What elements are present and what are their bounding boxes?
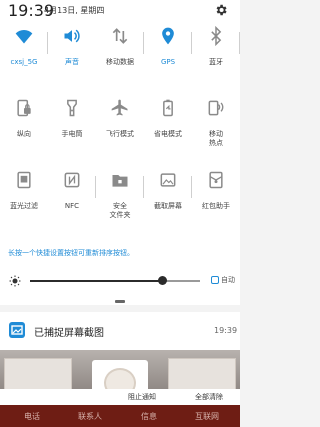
speaker-icon: [64, 29, 80, 43]
tile-label: 声音: [65, 58, 79, 66]
tile-airplane[interactable]: 飞行模式: [96, 92, 144, 148]
tile-wifi[interactable]: cxsj_5G: [0, 20, 48, 76]
status-bar: 19:39 4月13日, 星期四: [0, 0, 240, 20]
portrait-lock-icon: [17, 99, 31, 117]
tile-speaker[interactable]: 声音: [48, 20, 96, 76]
brightness-fill: [30, 280, 163, 282]
tile-location-pin[interactable]: GPS: [144, 20, 192, 76]
tile-label: 蓝光过滤: [10, 202, 38, 210]
tile-label: 红包助手: [202, 202, 230, 210]
gear-icon[interactable]: [214, 3, 228, 17]
tile-label: 移动数据: [106, 58, 134, 66]
dock-internet[interactable]: 互联网: [195, 411, 219, 422]
tile-separator: [239, 32, 240, 54]
red-envelope-icon: [209, 171, 223, 189]
home-screen-background: 阻止通知 全部清除 电话 联系人 信息 互联网: [0, 350, 240, 427]
brightness-row: 自动: [0, 264, 240, 300]
hotspot-icon: [208, 100, 224, 116]
dock-phone[interactable]: 电话: [24, 411, 40, 422]
tile-bluetooth[interactable]: 蓝牙: [192, 20, 240, 76]
tile-label: 飞行模式: [106, 130, 134, 138]
tile-label: 手电筒: [61, 130, 83, 138]
tile-portrait-lock[interactable]: 纵向: [0, 92, 48, 148]
quick-settings-panel: cxsj_5G 声音 移动数据 GPS 蓝牙纵向 手电筒 飞行模式 省电模式 移动 热点蓝光过滤…: [0, 20, 240, 305]
brightness-icon: [9, 275, 21, 287]
clear-all-button[interactable]: 全部清除: [195, 392, 223, 402]
tile-screenshot[interactable]: 截取屏幕: [144, 164, 192, 220]
tile-label: GPS: [160, 58, 176, 66]
tile-battery-saver[interactable]: 省电模式: [144, 92, 192, 148]
auto-brightness-checkbox[interactable]: [211, 276, 219, 284]
tile-label: 截取屏幕: [154, 202, 182, 210]
secure-folder-icon: [112, 175, 128, 187]
tile-label: 纵向: [17, 130, 31, 138]
tile-label: 安全 文件夹: [109, 202, 131, 219]
screenshot-icon: [160, 173, 176, 187]
reorder-hint: 长按一个快捷设置按钮可重新排序按钮。: [8, 249, 134, 257]
panel-drag-handle[interactable]: [115, 300, 125, 303]
flashlight-icon: [67, 99, 77, 117]
notification-actions: 阻止通知 全部清除: [0, 389, 240, 405]
blue-light-filter-icon: [17, 171, 31, 189]
wifi-icon: [15, 29, 33, 44]
tile-nfc[interactable]: NFC: [48, 164, 96, 220]
notification-screenshot[interactable]: 已捕捉屏幕截图 19:39: [0, 312, 240, 350]
tile-flashlight[interactable]: 手电筒: [48, 92, 96, 148]
tile-mobile-data[interactable]: 移动数据: [96, 20, 144, 76]
notification-time: 19:39: [214, 326, 238, 335]
brightness-thumb[interactable]: [158, 276, 168, 285]
tile-secure-folder[interactable]: 安全 文件夹: [96, 164, 144, 220]
block-notifications-button[interactable]: 阻止通知: [128, 392, 156, 402]
dock-messages[interactable]: 信息: [141, 411, 157, 422]
auto-brightness-label: 自动: [221, 276, 235, 284]
mobile-data-icon: [112, 28, 128, 44]
screenshot-app-icon: [9, 322, 25, 338]
dock-contacts[interactable]: 联系人: [78, 411, 102, 422]
tile-label: 省电模式: [154, 130, 182, 138]
battery-saver-icon: [163, 99, 173, 117]
nfc-icon: [64, 172, 80, 188]
tile-red-envelope[interactable]: 红包助手: [192, 164, 240, 220]
date-label: 4月13日, 星期四: [44, 6, 105, 15]
tile-hotspot[interactable]: 移动 热点: [192, 92, 240, 148]
notification-title: 已捕捉屏幕截图: [34, 328, 104, 339]
tile-label: NFC: [64, 202, 80, 210]
airplane-icon: [111, 99, 128, 116]
bluetooth-icon: [211, 26, 222, 46]
tile-blue-light-filter[interactable]: 蓝光过滤: [0, 164, 48, 220]
app-dock: 电话 联系人 信息 互联网: [0, 405, 240, 427]
tile-label: 蓝牙: [209, 58, 223, 66]
location-pin-icon: [162, 27, 174, 45]
brightness-slider[interactable]: [30, 276, 200, 285]
tile-label: cxsj_5G: [10, 58, 38, 66]
tile-label: 移动 热点: [209, 130, 223, 147]
